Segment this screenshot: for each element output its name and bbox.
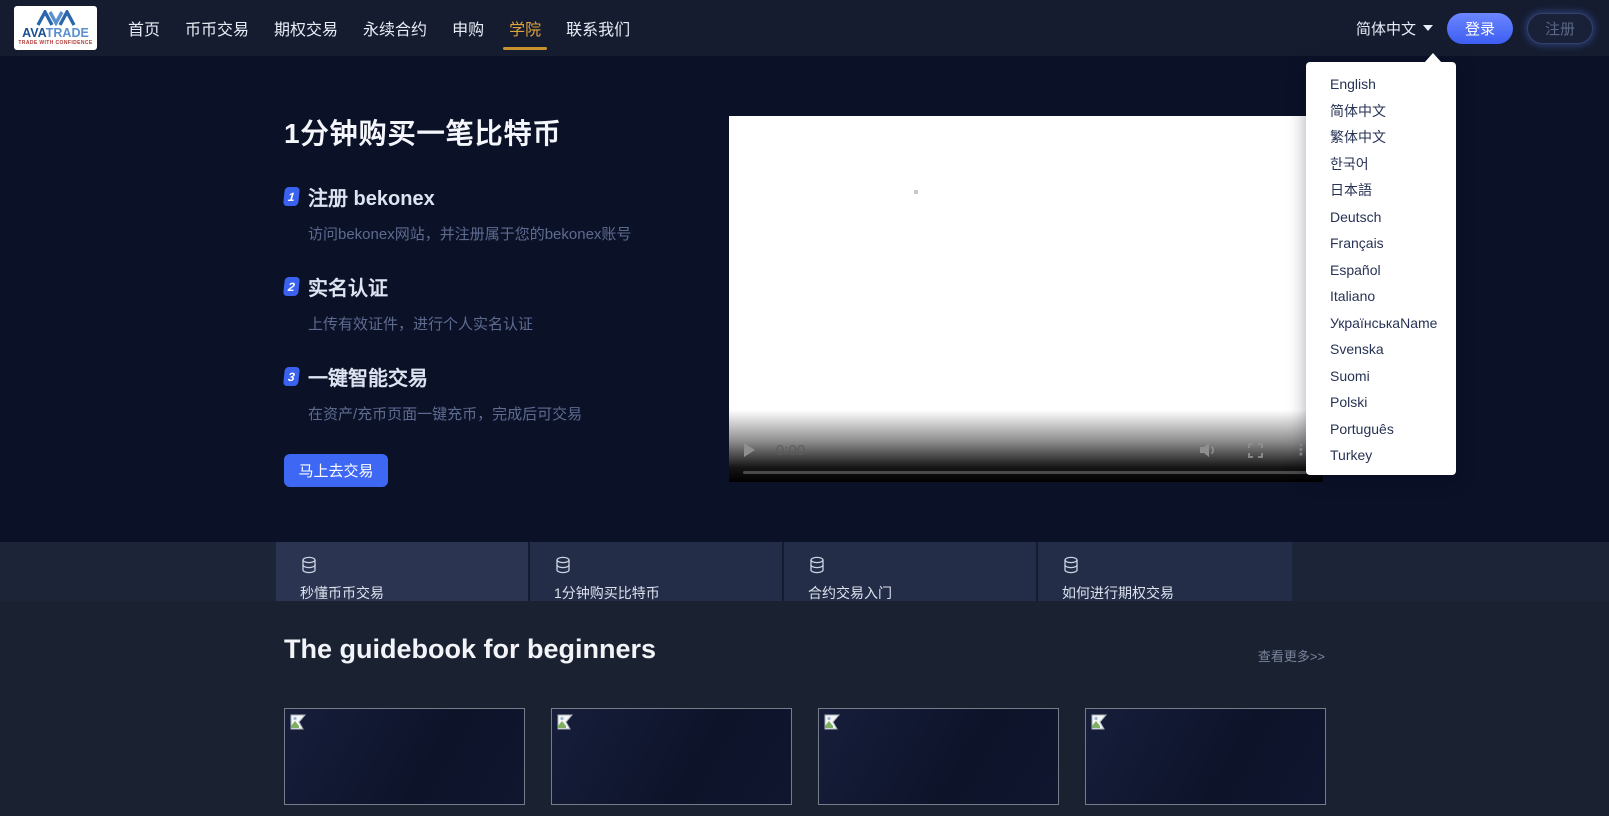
nav-item-contact[interactable]: 联系我们 [566,0,630,57]
broken-image-icon [1091,714,1109,735]
go-trade-button[interactable]: 马上去交易 [284,454,388,487]
topic-label: 如何进行期权交易 [1062,583,1292,603]
language-selector-label: 简体中文 [1356,18,1416,39]
coins-icon [554,561,572,578]
nav-item-home[interactable]: 首页 [128,0,160,57]
language-option-swedish[interactable]: Svenska [1306,336,1456,363]
language-option-finnish[interactable]: Suomi [1306,363,1456,390]
language-option-korean[interactable]: 한국어 [1306,151,1456,178]
login-button[interactable]: 登录 [1447,13,1513,44]
broken-image-icon [824,714,842,735]
language-selector[interactable]: 简体中文 [1356,18,1433,39]
video-player[interactable]: 0:00 ⋮ [729,116,1323,482]
coins-icon [808,561,826,578]
video-progress-bar[interactable] [743,471,1309,474]
top-navbar: AVATRADE TRADE WITH CONFIDENCE 首页 币币交易 期… [0,0,1609,56]
logo-wordmark: AVATRADE [22,27,89,40]
video-current-time: 0:00 [776,442,805,459]
step-description: 访问bekonex网站，并注册属于您的bekonex账号 [308,223,714,244]
guidebook-cards-row [284,708,1326,805]
view-more-link[interactable]: 查看更多>> [1258,646,1325,665]
nav-item-academy[interactable]: 学院 [509,0,541,57]
topic-tab-buy-bitcoin[interactable]: 1分钟购买比特币 [530,542,784,601]
language-option-polish[interactable]: Polski [1306,389,1456,416]
language-option-english[interactable]: English [1306,71,1456,98]
nav-item-perpetual[interactable]: 永续合约 [363,0,427,57]
step-number-badge: 3 [283,367,300,386]
mute-icon[interactable] [1200,442,1218,458]
video-loading-dot [914,190,918,194]
topic-tab-spot-trading[interactable]: 秒懂币币交易 [276,542,530,601]
step-title: 实名认证 [308,272,388,301]
topic-tab-contract-intro[interactable]: 合约交易入门 [784,542,1038,601]
language-option-simplified-chinese[interactable]: 简体中文 [1306,98,1456,125]
topic-label: 1分钟购买比特币 [554,583,782,603]
coins-icon [1062,561,1080,578]
fullscreen-icon[interactable] [1248,443,1263,458]
hero-step-3: 3 一键智能交易 在资产/充币页面一键充币，完成后可交易 [284,362,714,424]
hero-step-1: 1 注册 bekonex 访问bekonex网站，并注册属于您的bekonex账… [284,182,714,244]
topic-label: 秒懂币币交易 [300,583,528,603]
language-option-french[interactable]: Français [1306,230,1456,257]
page: 1分钟购买一笔比特币 1 注册 bekonex 访问bekonex网站，并注册属… [0,0,1609,816]
broken-image-icon [557,714,575,735]
language-option-german[interactable]: Deutsch [1306,204,1456,231]
language-dropdown-menu: English 简体中文 繁体中文 한국어 日本語 Deutsch França… [1306,62,1456,475]
hero-title: 1分钟购买一笔比特币 [284,112,714,152]
topic-label: 合约交易入门 [808,583,1036,603]
step-number-badge: 1 [283,187,300,206]
broken-image-icon [290,714,308,735]
avatrade-logo[interactable]: AVATRADE TRADE WITH CONFIDENCE [14,6,97,50]
language-option-spanish[interactable]: Español [1306,257,1456,284]
guidebook-card[interactable] [551,708,792,805]
language-option-turkish[interactable]: Turkey [1306,442,1456,469]
language-option-portuguese[interactable]: Português [1306,416,1456,443]
topics-row: 秒懂币币交易 1分钟购买比特币 合约交易入门 [276,542,1292,601]
nav-item-options-trading[interactable]: 期权交易 [274,0,338,57]
register-button[interactable]: 注册 [1527,13,1593,44]
hero-content: 1分钟购买一笔比特币 1 注册 bekonex 访问bekonex网站，并注册属… [284,112,714,487]
nav-menu: 首页 币币交易 期权交易 永续合约 申购 学院 联系我们 [128,0,630,57]
step-title: 一键智能交易 [308,362,428,391]
hero-step-2: 2 实名认证 上传有效证件，进行个人实名认证 [284,272,714,334]
language-option-traditional-chinese[interactable]: 繁体中文 [1306,124,1456,151]
topic-tab-options-trading[interactable]: 如何进行期权交易 [1038,542,1292,601]
logo-tagline: TRADE WITH CONFIDENCE [18,41,92,46]
nav-right-group: 简体中文 登录 注册 [1356,13,1593,44]
language-option-italian[interactable]: Italiano [1306,283,1456,310]
step-title: 注册 bekonex [308,182,435,211]
guidebook-card[interactable] [818,708,1059,805]
nav-item-spot-trading[interactable]: 币币交易 [185,0,249,57]
language-option-ukrainian[interactable]: УкраїнськаName [1306,310,1456,337]
play-icon[interactable] [743,443,755,457]
step-number-badge: 2 [283,277,300,296]
step-description: 在资产/充币页面一键充币，完成后可交易 [308,403,714,424]
guidebook-card[interactable] [1085,708,1326,805]
guidebook-card[interactable] [284,708,525,805]
step-description: 上传有效证件，进行个人实名认证 [308,313,714,334]
nav-item-subscription[interactable]: 申购 [452,0,484,57]
language-option-japanese[interactable]: 日本語 [1306,177,1456,204]
coins-icon [300,561,318,578]
ava-logo-mark [36,10,76,26]
guidebook-title: The guidebook for beginners [284,634,656,665]
video-controls-bar: 0:00 ⋮ [729,410,1323,482]
caret-down-icon [1423,25,1433,31]
